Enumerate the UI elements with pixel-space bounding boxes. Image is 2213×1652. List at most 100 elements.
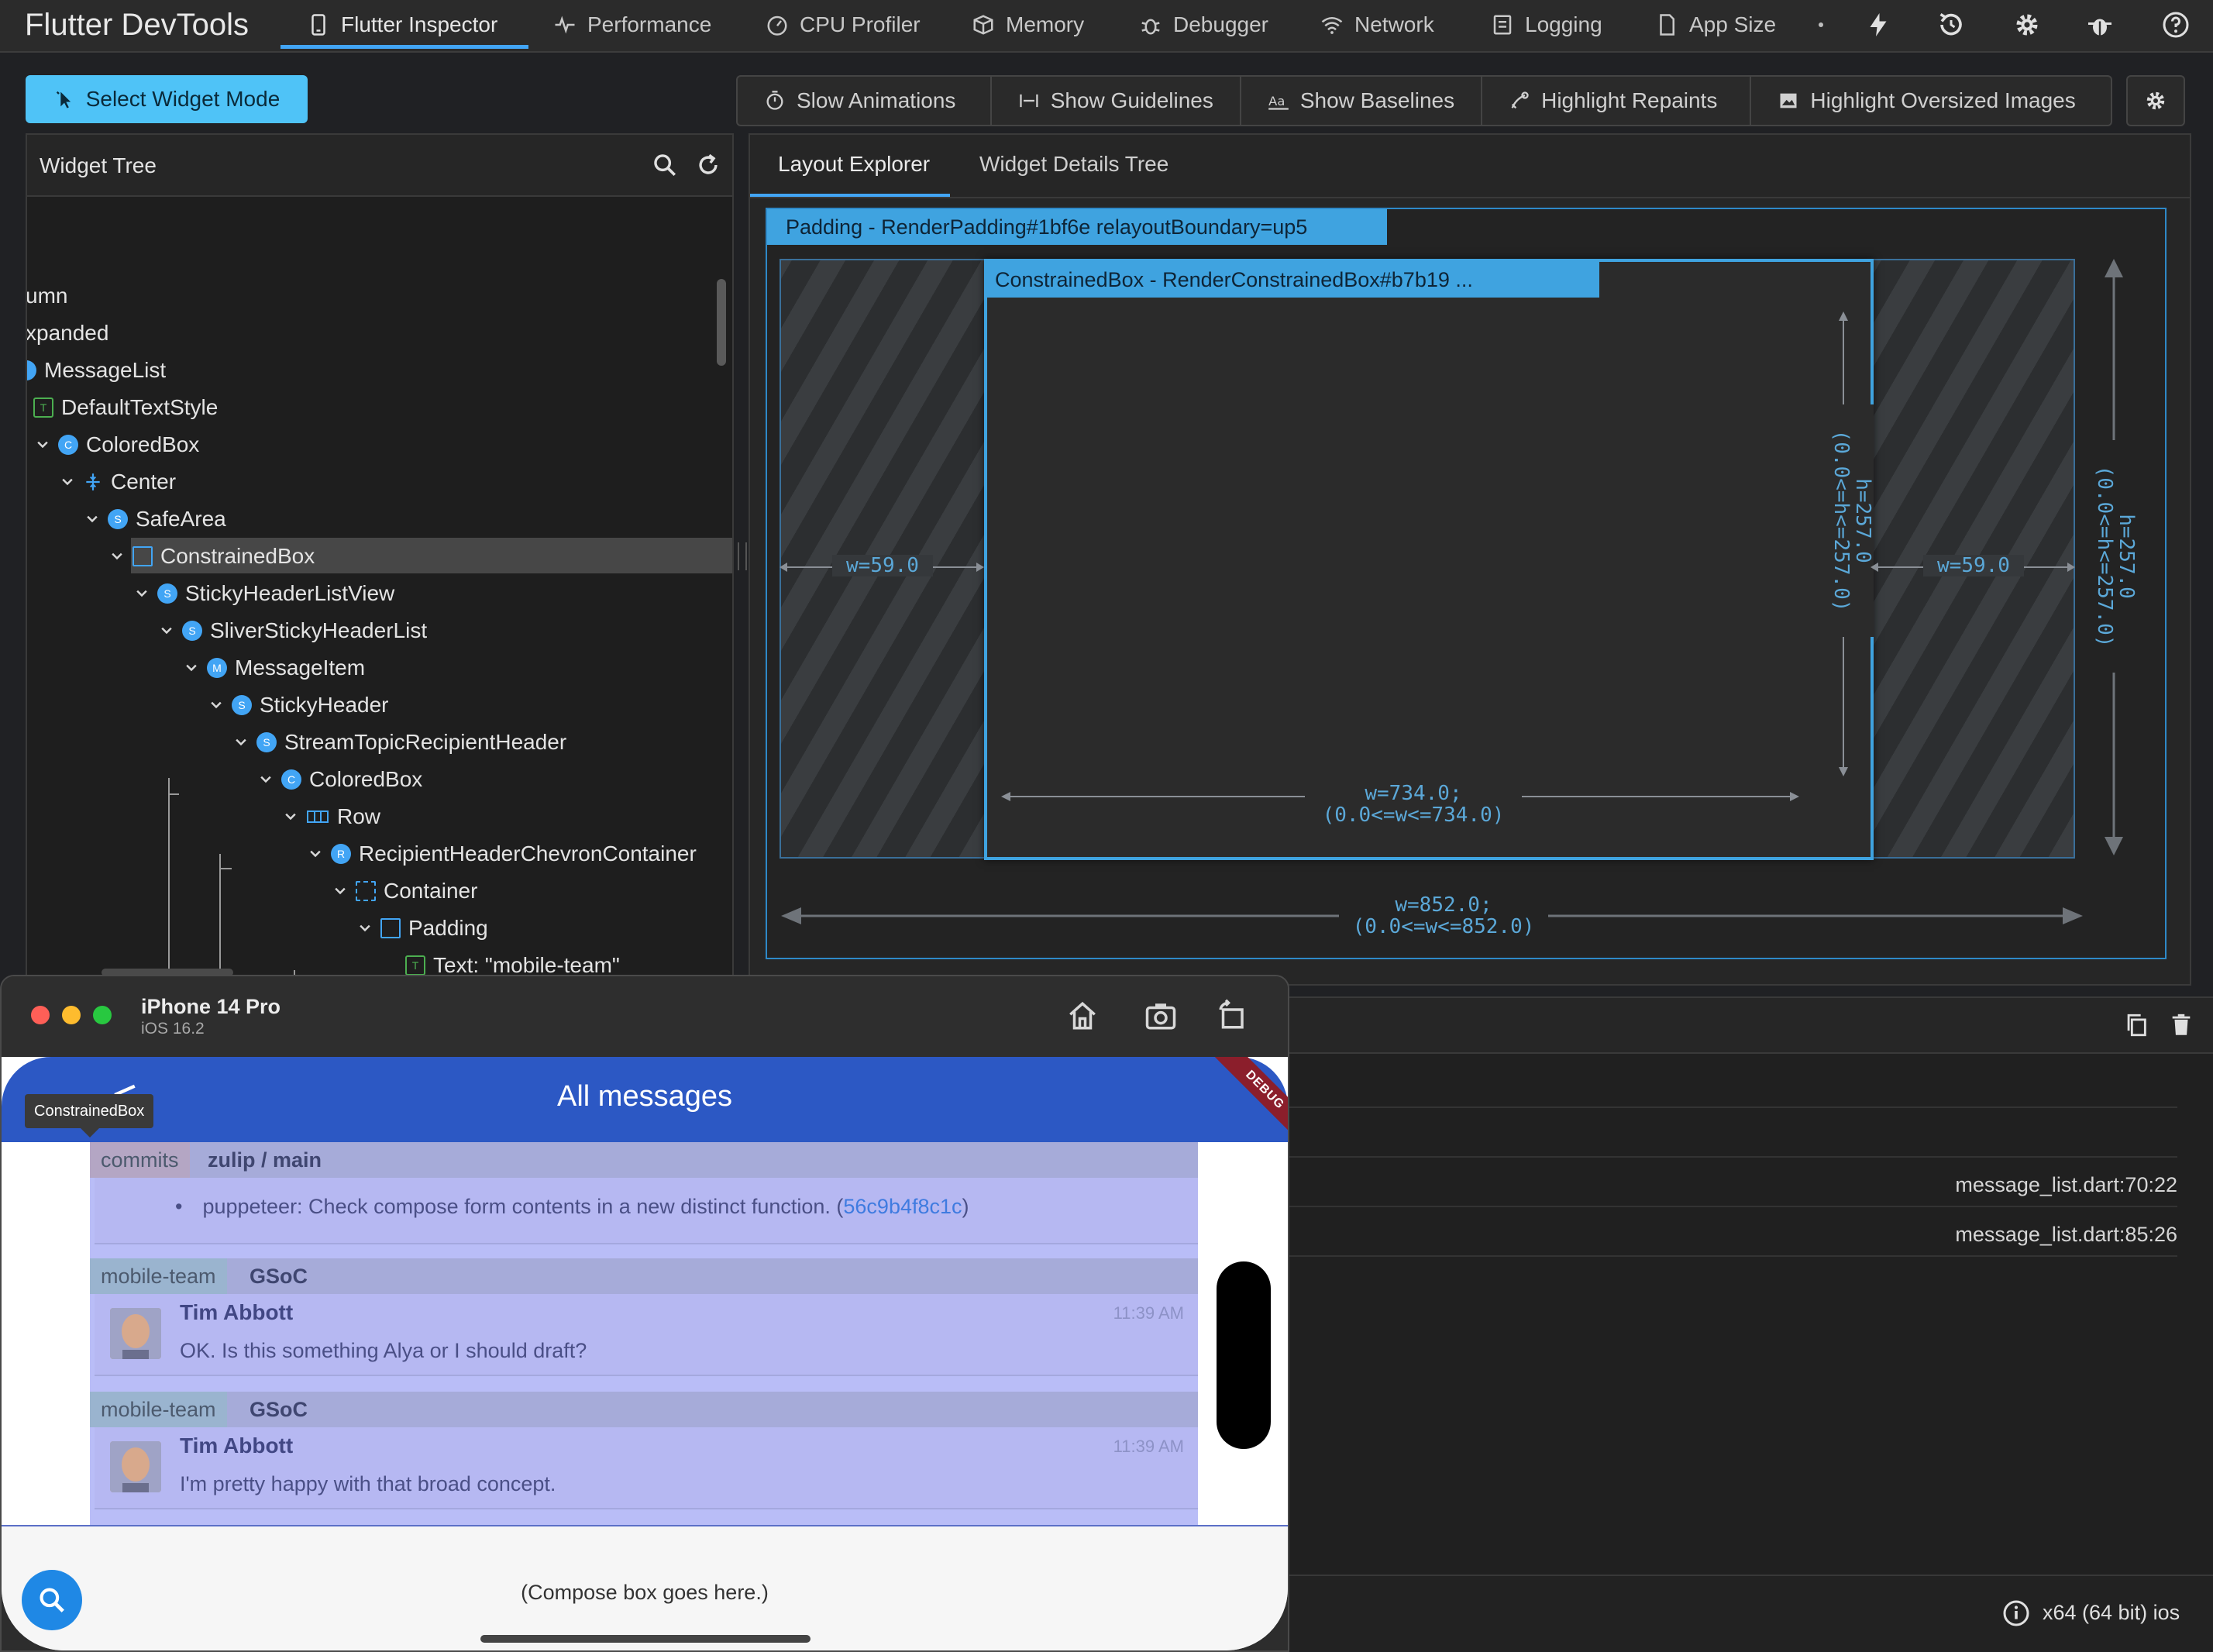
chevron-down-icon[interactable] xyxy=(283,809,298,824)
tab-memory[interactable]: Memory xyxy=(972,0,1084,50)
rotate-device-icon[interactable] xyxy=(1215,998,1248,1032)
chevron-down-icon[interactable] xyxy=(357,921,373,936)
chevron-down-icon[interactable] xyxy=(109,549,125,564)
message-item[interactable]: Tim Abbott 11:39 AM OK. Is this somethin… xyxy=(95,1294,1198,1376)
show-guidelines-button[interactable]: Show Guidelines xyxy=(992,77,1241,125)
hot-restart-icon[interactable] xyxy=(1937,11,1965,39)
show-guidelines-label: Show Guidelines xyxy=(1050,88,1213,112)
tree-node[interactable]: S StickyHeader xyxy=(208,688,389,722)
topic-name[interactable]: GSoC xyxy=(250,1398,308,1422)
tree-node[interactable]: T DefaultTextStyle xyxy=(33,391,218,425)
tree-connector-line xyxy=(168,793,179,795)
copy-icon[interactable] xyxy=(2123,1012,2149,1038)
chevron-down-icon[interactable] xyxy=(208,697,224,713)
tree-node[interactable]: M MessageItem xyxy=(184,651,365,685)
padding-header[interactable]: Padding - RenderPadding#1bf6e relayoutBo… xyxy=(767,209,1387,245)
tree-node[interactable]: S SliverStickyHeaderList xyxy=(159,614,427,648)
help-icon[interactable] xyxy=(2162,11,2190,39)
refresh-icon[interactable] xyxy=(695,152,721,178)
app-title: Flutter DevTools xyxy=(25,8,249,42)
source-location-link[interactable]: message_list.dart:85:26 xyxy=(1955,1223,2177,1247)
stream-tag[interactable]: mobile-team xyxy=(90,1392,227,1427)
tree-node[interactable]: R RecipientHeaderChevronContainer xyxy=(308,837,697,871)
selected-widget-overlay[interactable]: commits zulip / main • puppeteer: Check c… xyxy=(90,1142,1198,1525)
chevron-down-icon[interactable] xyxy=(159,623,174,638)
show-baselines-button[interactable]: Aa Show Baselines xyxy=(1241,77,1483,125)
chevron-down-icon[interactable] xyxy=(35,437,50,453)
avatar[interactable] xyxy=(110,1308,161,1359)
widget-type-icon: M xyxy=(207,658,227,678)
sender-name[interactable]: Tim Abbott xyxy=(180,1433,293,1458)
tab-label: Network xyxy=(1354,12,1434,36)
chevron-down-icon[interactable] xyxy=(332,883,348,899)
source-location-link[interactable]: message_list.dart:70:22 xyxy=(1955,1173,2177,1197)
settings-gear-icon[interactable] xyxy=(2013,11,2041,39)
hot-reload-icon[interactable] xyxy=(1864,11,1892,39)
topic-name[interactable]: GSoC xyxy=(250,1265,308,1289)
home-indicator[interactable] xyxy=(480,1635,811,1643)
tree-node-selected[interactable]: ConstrainedBox xyxy=(109,539,315,573)
message-content: • puppeteer: Check compose form contents … xyxy=(95,1178,1198,1244)
chevron-down-icon[interactable] xyxy=(258,772,274,787)
chevron-down-icon[interactable] xyxy=(84,511,100,527)
tree-node[interactable]: S StickyHeaderListView xyxy=(134,576,394,611)
tree-node[interactable]: xpanded xyxy=(27,316,108,350)
select-widget-mode-button[interactable]: Select Widget Mode xyxy=(26,75,308,123)
chevron-down-icon[interactable] xyxy=(233,735,249,750)
search-fab[interactable] xyxy=(22,1570,82,1630)
show-baselines-label: Show Baselines xyxy=(1299,88,1455,112)
vertical-scrollbar[interactable] xyxy=(717,279,726,366)
chevron-down-icon[interactable] xyxy=(60,474,75,490)
minimize-window-button[interactable] xyxy=(62,1006,81,1024)
sender-name[interactable]: Tim Abbott xyxy=(180,1300,293,1325)
highlight-repaints-button[interactable]: Highlight Repaints xyxy=(1482,77,1752,125)
constrained-box-render[interactable]: ConstrainedBox - RenderConstrainedBox#b7… xyxy=(984,259,1874,860)
split-pane-handle[interactable] xyxy=(738,542,747,570)
commit-hash-link[interactable]: 56c9b4f8c1c xyxy=(843,1195,962,1218)
tab-widget-details-tree[interactable]: Widget Details Tree xyxy=(979,152,1168,177)
close-window-button[interactable] xyxy=(31,1006,50,1024)
scroll-thumb[interactable] xyxy=(1217,1261,1271,1449)
tab-debugger[interactable]: Debugger xyxy=(1139,0,1268,50)
delete-icon[interactable] xyxy=(2168,1012,2194,1038)
chevron-down-icon[interactable] xyxy=(308,846,323,862)
tab-app-size[interactable]: App Size xyxy=(1655,0,1776,50)
tab-flutter-inspector[interactable]: Flutter Inspector xyxy=(307,0,497,50)
message-item[interactable]: Tim Abbott 11:39 AM I'm pretty happy wit… xyxy=(95,1427,1198,1509)
topic-name[interactable]: zulip / main xyxy=(208,1148,322,1172)
tab-label: Debugger xyxy=(1173,12,1268,36)
constrained-box-header[interactable]: ConstrainedBox - RenderConstrainedBox#b7… xyxy=(987,262,1599,298)
zoom-window-button[interactable] xyxy=(93,1006,112,1024)
search-icon[interactable] xyxy=(652,152,678,178)
avatar[interactable] xyxy=(110,1441,161,1492)
tab-cpu-profiler[interactable]: CPU Profiler xyxy=(766,0,921,50)
chevron-down-icon[interactable] xyxy=(134,586,150,601)
inspector-settings-button[interactable] xyxy=(2126,75,2185,126)
widget-type-icon: S xyxy=(182,621,202,641)
tree-node[interactable]: Container xyxy=(332,874,477,908)
home-icon[interactable] xyxy=(1066,1000,1099,1032)
highlight-oversized-images-button[interactable]: Highlight Oversized Images xyxy=(1751,77,2111,125)
tree-node[interactable]: C ColoredBox xyxy=(35,428,199,462)
bug-report-icon[interactable] xyxy=(2086,11,2114,39)
tab-logging[interactable]: Logging xyxy=(1491,0,1602,50)
tree-node[interactable]: Padding xyxy=(357,911,488,945)
tree-node[interactable]: MessageList xyxy=(27,353,166,387)
stream-tag[interactable]: mobile-team xyxy=(90,1258,227,1294)
stream-tag[interactable]: commits xyxy=(90,1142,190,1178)
tab-network[interactable]: Network xyxy=(1320,0,1434,50)
slow-animations-button[interactable]: Slow Animations xyxy=(738,77,992,125)
tab-layout-explorer[interactable]: Layout Explorer xyxy=(778,152,930,177)
tree-node[interactable]: S StreamTopicRecipientHeader xyxy=(233,725,566,759)
outer-width-label: w=852.0; (0.0<=w<=852.0) xyxy=(1339,894,1548,938)
tree-node[interactable]: Center xyxy=(60,465,176,499)
tree-node[interactable]: S SafeArea xyxy=(84,502,226,536)
widget-selection-tooltip: ConstrainedBox xyxy=(25,1094,154,1128)
tree-node[interactable]: umn xyxy=(27,279,67,313)
chevron-down-icon[interactable] xyxy=(184,660,199,676)
image-icon xyxy=(1780,93,1797,108)
screenshot-camera-icon[interactable] xyxy=(1144,1000,1178,1032)
tab-performance[interactable]: Performance xyxy=(553,0,711,50)
tree-node[interactable]: C ColoredBox xyxy=(258,762,422,797)
tree-node[interactable]: Row xyxy=(283,800,380,834)
